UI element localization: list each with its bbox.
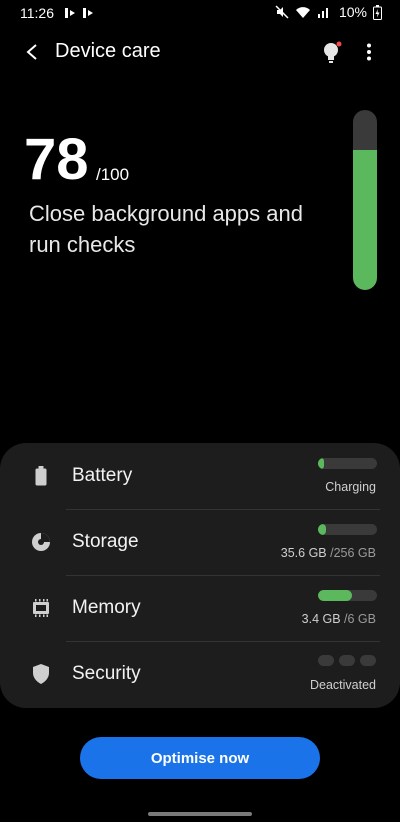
status-bar: 11:26 10% bbox=[0, 0, 400, 26]
battery-level-fill bbox=[318, 458, 324, 469]
more-options-button[interactable] bbox=[357, 38, 381, 66]
storage-total: /256 GB bbox=[326, 546, 376, 560]
indicator-dot bbox=[339, 655, 355, 666]
status-time: 11:26 bbox=[20, 5, 54, 21]
battery-label: Battery bbox=[72, 465, 133, 486]
storage-pie-icon bbox=[30, 531, 52, 553]
battery-icon bbox=[30, 465, 52, 487]
status-right: 10% bbox=[275, 4, 382, 20]
security-status: Deactivated bbox=[309, 678, 376, 692]
device-score: 78 bbox=[24, 127, 89, 192]
memory-label: Memory bbox=[72, 597, 141, 618]
score-message: Close background apps and run checks bbox=[29, 201, 303, 257]
storage-used: 35.6 GB bbox=[280, 546, 327, 560]
shield-icon bbox=[30, 663, 52, 685]
battery-charging-icon bbox=[373, 4, 382, 20]
optimise-now-button[interactable]: Optimise now bbox=[80, 737, 320, 779]
page-title: Device care bbox=[55, 40, 161, 62]
back-button[interactable] bbox=[18, 38, 46, 66]
storage-status: 35.6 GB /256 GB bbox=[281, 546, 376, 560]
signal-icon bbox=[317, 8, 328, 18]
score-level-fill bbox=[353, 149, 377, 290]
memory-level-fill bbox=[318, 590, 352, 601]
indicator-dot bbox=[360, 655, 376, 666]
memory-chip-icon bbox=[30, 597, 52, 619]
memory-total: /6 GB bbox=[340, 612, 376, 626]
notification-dot bbox=[336, 41, 342, 47]
back-arrow-icon bbox=[26, 44, 37, 60]
status-notification-icons bbox=[64, 6, 94, 20]
tips-button[interactable] bbox=[318, 38, 346, 66]
storage-row[interactable]: Storage 35.6 GB /256 GB bbox=[0, 509, 400, 575]
indicator-dot bbox=[318, 655, 334, 666]
security-row[interactable]: Security Deactivated bbox=[0, 641, 400, 707]
device-care-card: Battery Charging Storage 35.6 GB /256 GB bbox=[0, 443, 400, 708]
storage-level-fill bbox=[318, 524, 327, 535]
battery-row[interactable]: Battery Charging bbox=[0, 443, 400, 509]
memory-status: 3.4 GB /6 GB bbox=[302, 612, 376, 626]
memory-used: 3.4 GB bbox=[301, 612, 341, 626]
security-label: Security bbox=[72, 663, 141, 684]
home-indicator bbox=[148, 812, 252, 816]
storage-label: Storage bbox=[72, 531, 139, 552]
notification-icon bbox=[65, 8, 75, 18]
device-score-max: /100 bbox=[96, 165, 130, 184]
battery-level-bar bbox=[318, 458, 377, 469]
app-header: Device care bbox=[0, 30, 400, 74]
battery-status: Charging bbox=[325, 480, 376, 494]
security-indicator-dots bbox=[318, 655, 376, 666]
score-level-bar bbox=[353, 110, 377, 290]
more-vertical-icon bbox=[367, 43, 371, 61]
battery-percent: 10% bbox=[338, 4, 367, 20]
wifi-icon bbox=[295, 7, 310, 18]
memory-level-bar bbox=[318, 590, 377, 601]
notification-icon bbox=[83, 8, 93, 18]
memory-row[interactable]: Memory 3.4 GB /6 GB bbox=[0, 575, 400, 641]
lightbulb-icon bbox=[324, 41, 342, 63]
mute-icon bbox=[275, 5, 289, 19]
storage-level-bar bbox=[318, 524, 377, 535]
